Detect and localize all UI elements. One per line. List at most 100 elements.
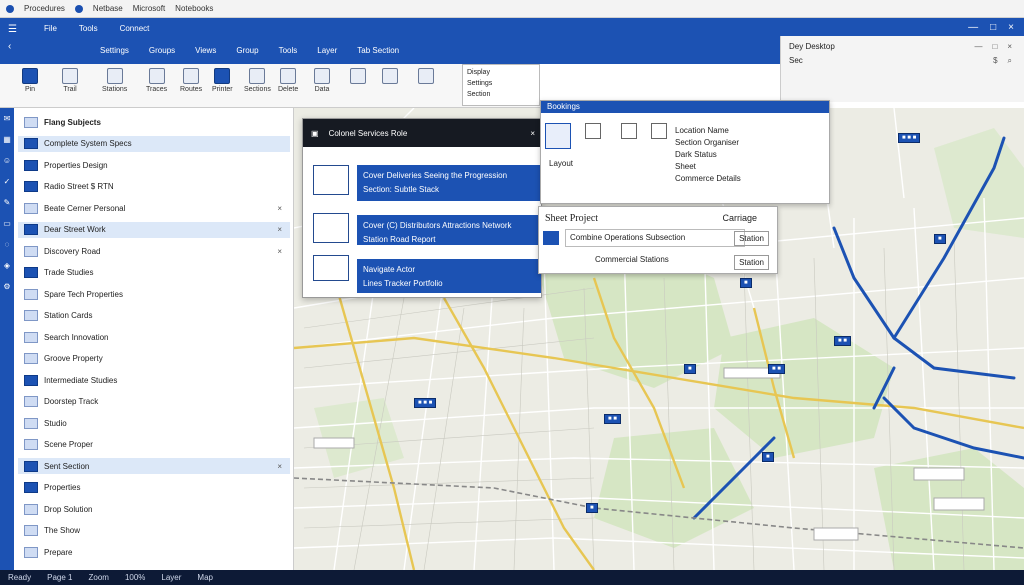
map-pin[interactable]: ■ [684,364,696,374]
list-item[interactable]: Properties [18,480,290,496]
list-item[interactable]: Search Innovation [18,329,290,345]
tooltip-field[interactable]: Combine Operations Subsection [565,229,745,247]
close-icon[interactable]: × [1008,22,1014,33]
tab-views[interactable]: Views [195,46,216,55]
task-icon[interactable]: ✓ [4,177,11,186]
popup-icon-2[interactable] [585,123,601,139]
tab-group[interactable]: Group [236,46,258,55]
list-item[interactable]: Sent Section × [18,458,290,474]
ribbon-button-sections[interactable]: Sections [244,68,271,93]
popup-item[interactable]: Section Organiser [675,137,741,149]
currency-icon[interactable]: $ [993,56,997,66]
list-item[interactable]: Station Cards [18,308,290,324]
popup-icon-1[interactable] [545,123,571,149]
ribbon-button-trail[interactable]: Trail [62,68,78,93]
minimize-icon[interactable]: — [968,22,978,33]
list-item[interactable]: Studio [18,415,290,431]
app-icon[interactable] [6,4,14,13]
settings-icon[interactable]: ⚙ [3,282,10,291]
popup-item[interactable]: Dark Status [675,149,741,161]
status-item[interactable]: Layer [161,573,181,582]
map-pin[interactable]: ■ [586,503,598,513]
popup-item[interactable]: Sheet [675,161,741,173]
tab-file[interactable]: File [44,24,57,33]
people-icon[interactable]: ☺ [3,156,11,165]
ribbon-button-stations[interactable]: Stations [102,68,127,93]
list-item[interactable]: Trade Studies [18,265,290,281]
popup-item[interactable]: Location Name [675,125,741,137]
map-pin[interactable]: ■ ■ [834,336,851,346]
ribbon-button-zoom[interactable] [350,68,366,86]
list-item[interactable]: Complete System Specs [18,135,290,152]
list-item-close-icon[interactable]: × [277,462,282,471]
folder-icon[interactable]: ▭ [3,219,11,228]
minimize-icon[interactable]: — [974,42,982,51]
dialog-card-1[interactable]: Cover Deliveries Seeing the Progression … [357,165,541,201]
list-item[interactable]: The Show [18,523,290,539]
list-item[interactable]: Properties Design [18,157,290,173]
status-item[interactable]: 100% [125,573,145,582]
list-item[interactable]: Scene Proper [18,437,290,453]
calendar-icon[interactable]: ▦ [3,135,11,144]
back-icon[interactable]: ‹ [8,41,17,52]
list-item-close-icon[interactable]: × [277,247,282,256]
ribbon-button-routes[interactable]: Routes [180,68,202,93]
dialog-card-2[interactable]: Cover (C) Distributors Attractions Netwo… [357,215,541,245]
close-icon[interactable]: × [1007,42,1012,51]
tab-settings[interactable]: Settings [100,46,129,55]
list-item[interactable]: Radio Street $ RTN [18,179,290,195]
ribbon-button-pin[interactable]: Pin [22,68,38,93]
ribbon-button-select[interactable] [418,68,434,86]
title-item-2[interactable]: Netbase [93,4,123,13]
dialog-card-3[interactable]: Navigate Actor Lines Tracker Portfolio [357,259,541,293]
menu-icon[interactable]: ☰ [8,24,17,35]
tooltip-button-2[interactable]: Station [734,255,769,270]
tooltip-button-1[interactable]: Station [734,231,769,246]
list-item[interactable]: Flang Subjects [18,114,290,130]
ribbon-button-data[interactable]: Data [314,68,330,93]
map-pin[interactable]: ■ [740,278,752,288]
map-pin[interactable]: ■ [934,234,946,244]
tab-connect[interactable]: Connect [120,24,150,33]
close-icon[interactable]: × [530,129,535,138]
tab-tools-2[interactable]: Tools [279,46,298,55]
list-item[interactable]: Doorstep Track [18,394,290,410]
map-pin[interactable]: ■ ■ ■ [414,398,437,408]
ribbon-button-printer[interactable]: Printer [212,68,233,93]
status-item[interactable]: Map [197,573,213,582]
note-icon[interactable]: ✎ [4,198,11,207]
ribbon-button-delete[interactable]: Delete [278,68,298,93]
list-item-close-icon[interactable]: × [277,204,282,213]
dropdown-item-3[interactable]: Section [467,89,535,100]
title-item-4[interactable]: Notebooks [175,4,213,13]
list-item-close-icon[interactable]: × [277,225,282,234]
list-item[interactable]: Prepare [18,544,290,560]
ribbon-button-traces[interactable]: Traces [146,68,167,93]
tab-tools[interactable]: Tools [79,24,98,33]
list-item[interactable]: Discovery Road × [18,243,290,259]
popup-icon-4[interactable] [651,123,667,139]
list-item[interactable]: Dear Street Work × [18,221,290,238]
map-pin[interactable]: ■ ■ [768,364,785,374]
dropdown-item-1[interactable]: Display [467,67,535,78]
tab-layer[interactable]: Layer [317,46,337,55]
map-pin[interactable]: ■ ■ [604,414,621,424]
search-icon[interactable]: ⌕ [1008,56,1012,66]
dropdown-item-2[interactable]: Settings [467,78,535,89]
popup-icon-3[interactable] [621,123,637,139]
restore-icon[interactable]: □ [992,42,997,51]
list-item[interactable]: Spare Tech Properties [18,286,290,302]
tab-section[interactable]: Tab Section [357,46,399,55]
title-item-1[interactable]: Procedures [24,4,65,13]
list-item[interactable]: Drop Solution [18,501,290,517]
mail-icon[interactable]: ✉ [4,114,11,123]
status-item[interactable]: Zoom [88,573,108,582]
chat-icon[interactable]: ◌ [5,240,10,249]
maximize-icon[interactable]: □ [990,22,996,33]
title-item-3[interactable]: Microsoft [133,4,165,13]
map-pin[interactable]: ■ [762,452,774,462]
list-item[interactable]: Beate Cerner Personal × [18,200,290,216]
list-item[interactable]: Intermediate Studies [18,372,290,388]
map-pin[interactable]: ■ ■ ■ [898,133,921,143]
map-icon[interactable]: ◈ [4,261,10,270]
